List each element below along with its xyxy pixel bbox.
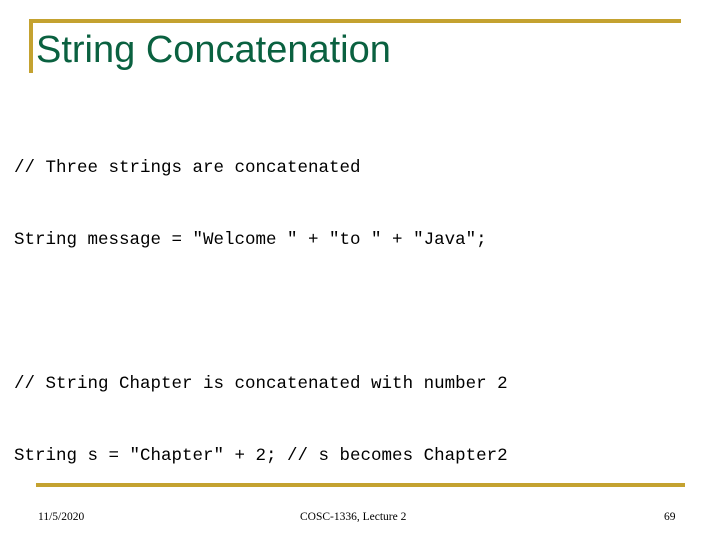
slide-canvas: String Concatenation // Three strings ar… bbox=[0, 0, 720, 540]
page-title: String Concatenation bbox=[36, 29, 391, 71]
code-line: // Three strings are concatenated bbox=[14, 158, 361, 178]
code-block: // Three strings are concatenated String… bbox=[14, 108, 720, 300]
footer-date: 11/5/2020 bbox=[38, 511, 85, 523]
footer-page-number: 69 bbox=[664, 511, 676, 523]
title-accent-bar-top bbox=[29, 19, 681, 23]
code-line: String s = "Chapter" + 2; // s becomes C… bbox=[14, 446, 508, 466]
code-line: // String Chapter is concatenated with n… bbox=[14, 374, 508, 394]
title-accent-bar-left bbox=[29, 19, 33, 73]
code-line: String message = "Welcome " + "to " + "J… bbox=[14, 230, 487, 250]
code-body: // Three strings are concatenated String… bbox=[14, 108, 720, 540]
footer-accent-rule bbox=[36, 483, 685, 487]
footer-course-label: COSC-1336, Lecture 2 bbox=[300, 511, 407, 523]
code-block: // String Chapter is concatenated with n… bbox=[14, 324, 720, 516]
